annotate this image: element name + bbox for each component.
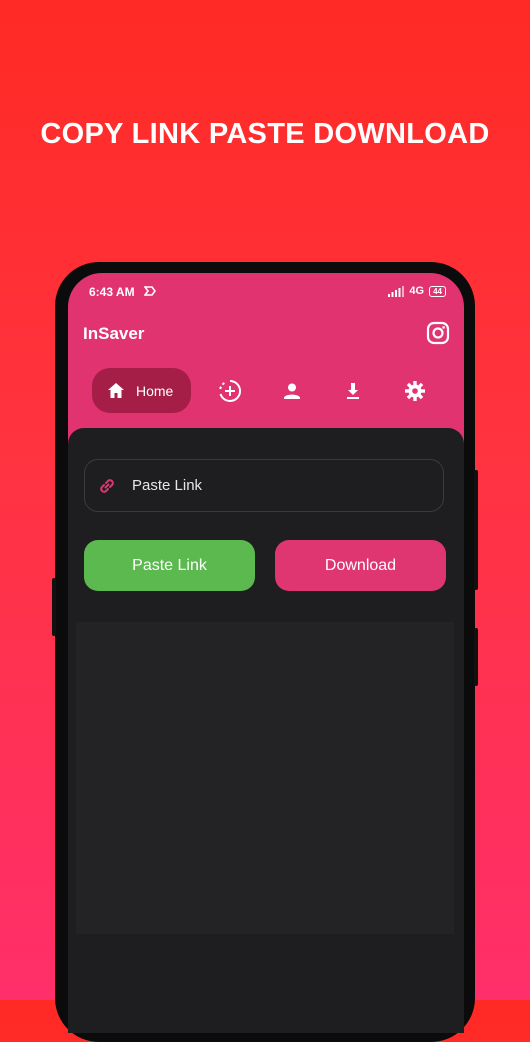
download-button[interactable]: Download <box>275 540 446 591</box>
home-content: Paste Link Paste Link Download <box>68 428 464 1033</box>
battery-level: 44 <box>433 286 442 296</box>
phone-side-button <box>52 578 56 636</box>
link-icon <box>100 479 114 493</box>
app-title: InSaver <box>83 324 145 343</box>
instagram-icon[interactable] <box>426 321 450 345</box>
notification-icon <box>144 286 156 296</box>
home-icon <box>108 383 124 398</box>
nav-tab-home[interactable]: Home <box>92 368 191 413</box>
paste-link-placeholder: Paste Link <box>132 477 203 494</box>
phone-screen: 6:43 AM 4G 44 InSaver Home Paste Link Pa… <box>68 273 464 1033</box>
signal-icon <box>388 285 405 297</box>
promo-headline: COPY LINK PASTE DOWNLOAD <box>40 118 490 150</box>
result-panel <box>76 622 454 934</box>
download-icon[interactable] <box>341 379 365 403</box>
network-type: 4G <box>409 285 425 297</box>
paste-link-input[interactable]: Paste Link <box>84 459 444 512</box>
paste-link-button[interactable]: Paste Link <box>84 540 255 591</box>
gear-icon[interactable] <box>403 379 427 403</box>
phone-side-button <box>474 470 478 590</box>
add-story-icon[interactable] <box>218 379 242 403</box>
phone-side-button <box>474 628 478 686</box>
battery-icon: 44 <box>429 285 446 297</box>
status-time: 6:43 AM <box>89 285 135 299</box>
app-bar: 6:43 AM 4G 44 InSaver Home <box>68 273 464 443</box>
nav-tab-home-label: Home <box>136 382 174 399</box>
status-indicators: 4G 44 <box>388 285 446 297</box>
person-icon[interactable] <box>280 379 304 403</box>
